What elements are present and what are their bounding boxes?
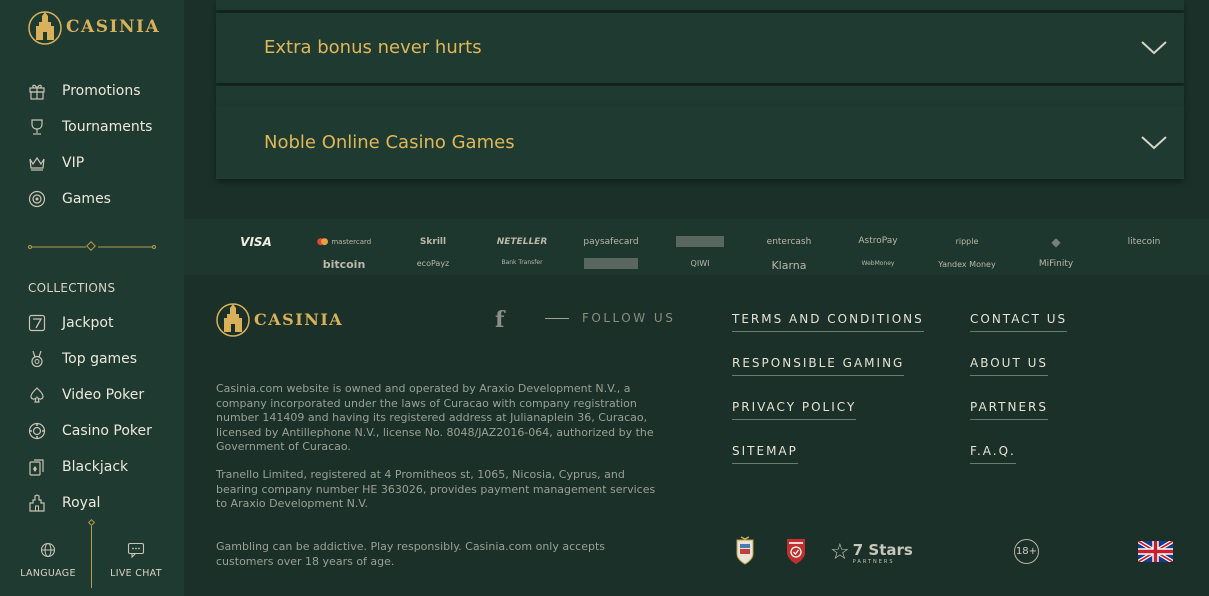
sidebar-item-label: Games xyxy=(62,191,111,207)
chevron-down-icon xyxy=(1141,41,1167,55)
legal-text-company: Casinia.com website is owned and operate… xyxy=(216,382,654,453)
uk-flag-icon[interactable] xyxy=(1138,541,1173,562)
medal-icon xyxy=(28,350,46,368)
mastercard-text: mastercard xyxy=(331,238,372,246)
sidebar-item-label: VIP xyxy=(62,155,85,171)
visa-logo: VISA xyxy=(240,235,272,249)
chip-icon xyxy=(28,190,46,208)
mifinity-logo: MiFinity xyxy=(1038,259,1074,269)
accordion-spacer xyxy=(216,86,1184,106)
sidebar-item-top-games[interactable]: Top games xyxy=(28,349,137,369)
payment-methods-bar: VISA ●● mastercard Skrill NETELLER paysa… xyxy=(184,219,1209,275)
paysafecard-logo: paysafecard xyxy=(583,237,639,247)
sidebar-item-label: Jackpot xyxy=(62,315,114,331)
seven-stars-text: 7 Stars xyxy=(852,541,913,559)
separator-ornament xyxy=(87,518,96,527)
age-restriction-badge: 18+ xyxy=(1014,539,1039,564)
castle-logo-icon xyxy=(216,303,250,337)
contact-link[interactable]: CONTACT US xyxy=(970,312,1068,332)
accordion-title: Extra bonus never hurts xyxy=(264,37,482,58)
neteller-logo: NETELLER xyxy=(496,237,548,247)
collections-title: COLLECTIONS xyxy=(28,281,116,295)
sidebar-item-promotions[interactable]: Promotions xyxy=(28,81,141,101)
ethereum-logo: ◆ xyxy=(1051,235,1061,249)
sidebar: CASINIA Promotions Tournaments VIP Games… xyxy=(0,0,184,596)
sidebar-item-label: Promotions xyxy=(62,83,141,99)
sidebar-bottom-bar: LANGUAGE LIVE CHAT xyxy=(0,518,184,596)
follow-us-label: FOLLOW US xyxy=(582,311,676,325)
ornament-divider xyxy=(28,241,156,251)
accordion-title: Noble Online Casino Games xyxy=(264,132,515,153)
sidebar-item-label: Royal xyxy=(62,495,101,511)
seven-icon xyxy=(28,314,46,332)
sidebar-item-label: Top games xyxy=(62,351,138,367)
ripple-logo: ripple xyxy=(955,237,979,246)
sidebar-item-label: Tournaments xyxy=(62,119,153,135)
skrill-logo: Skrill xyxy=(419,237,447,247)
yandex-money-logo: Yandex Money xyxy=(938,260,996,269)
sitemap-link[interactable]: SITEMAP xyxy=(732,444,798,464)
webmoney-logo: WebMoney xyxy=(861,260,895,267)
responsible-gaming-link[interactable]: RESPONSIBLE GAMING xyxy=(732,356,905,376)
live-chat-label: LIVE CHAT xyxy=(110,568,162,579)
sidebar-item-tournaments[interactable]: Tournaments xyxy=(28,117,152,137)
spade-icon xyxy=(28,386,46,404)
accordion-noble-games[interactable]: Noble Online Casino Games xyxy=(216,106,1184,179)
sidebar-item-royal[interactable]: Royal xyxy=(28,493,100,513)
brand-name: CASINIA xyxy=(254,309,344,329)
klarna-logo: Klarna xyxy=(771,259,807,272)
qiwi-logo: QIWI xyxy=(690,259,710,268)
footer-logo[interactable]: CASINIA xyxy=(216,300,343,338)
bank-transfer-logo: Bank Transfer xyxy=(501,259,543,266)
star-icon: ☆ xyxy=(830,539,850,565)
language-label: LANGUAGE xyxy=(20,568,76,579)
entercash-logo: entercash xyxy=(766,237,812,247)
curacao-seal-icon[interactable] xyxy=(735,536,755,566)
sofort-logo xyxy=(584,258,638,269)
litecoin-logo: litecoin xyxy=(1127,237,1161,247)
chat-icon xyxy=(90,542,182,560)
mastercard-logo: ●● mastercard xyxy=(316,237,372,247)
sidebar-item-jackpot[interactable]: Jackpot xyxy=(28,313,113,333)
privacy-link[interactable]: PRIVACY POLICY xyxy=(732,400,857,420)
sidebar-item-casino-poker[interactable]: Casino Poker xyxy=(28,421,152,441)
sidebar-item-label: Blackjack xyxy=(62,459,129,475)
sidebar-logo[interactable]: CASINIA xyxy=(28,8,160,46)
trophy-icon xyxy=(28,118,46,136)
accordion-previous xyxy=(216,0,1184,10)
partners-link[interactable]: PARTNERS xyxy=(970,400,1048,420)
castle-icon xyxy=(28,494,46,512)
follow-divider xyxy=(545,318,569,319)
live-chat-button[interactable]: LIVE CHAT xyxy=(90,542,182,579)
cards-icon xyxy=(28,458,46,476)
sidebar-item-blackjack[interactable]: Blackjack xyxy=(28,457,128,477)
accordion-extra-bonus[interactable]: Extra bonus never hurts xyxy=(216,13,1184,83)
seven-stars-subtext: PARTNERS xyxy=(852,559,895,565)
bitcoin-logo: bitcoin xyxy=(322,258,366,271)
chevron-down-icon xyxy=(1141,136,1167,150)
globe-icon xyxy=(2,542,94,560)
astropay-logo: AstroPay xyxy=(858,236,898,246)
poker-chip-icon xyxy=(28,422,46,440)
legal-text-payments: Tranello Limited, registered at 4 Promit… xyxy=(216,468,656,510)
sidebar-item-games[interactable]: Games xyxy=(28,189,111,209)
sidebar-item-label: Casino Poker xyxy=(62,423,152,439)
brand-name: CASINIA xyxy=(66,17,161,37)
gift-icon xyxy=(28,82,46,100)
sidebar-item-video-poker[interactable]: Video Poker xyxy=(28,385,144,405)
faq-link[interactable]: F.A.Q. xyxy=(970,444,1016,464)
bank-logo xyxy=(676,236,724,247)
terms-link[interactable]: TERMS AND CONDITIONS xyxy=(732,312,924,332)
castle-logo-icon xyxy=(28,11,62,45)
sidebar-item-vip[interactable]: VIP xyxy=(28,153,84,173)
crown-icon xyxy=(28,154,46,172)
about-link[interactable]: ABOUT US xyxy=(970,356,1049,376)
legal-text-gambling: Gambling can be addictive. Play responsi… xyxy=(216,540,605,568)
ecopayz-logo: ecoPayz xyxy=(416,259,450,268)
seven-stars-partners-logo[interactable]: ☆ 7 Stars PARTNERS xyxy=(830,540,913,565)
language-button[interactable]: LANGUAGE xyxy=(2,542,94,579)
sidebar-item-label: Video Poker xyxy=(62,387,145,403)
facebook-icon[interactable]: f xyxy=(495,307,504,333)
responsible-gaming-badge-icon[interactable] xyxy=(785,537,807,565)
